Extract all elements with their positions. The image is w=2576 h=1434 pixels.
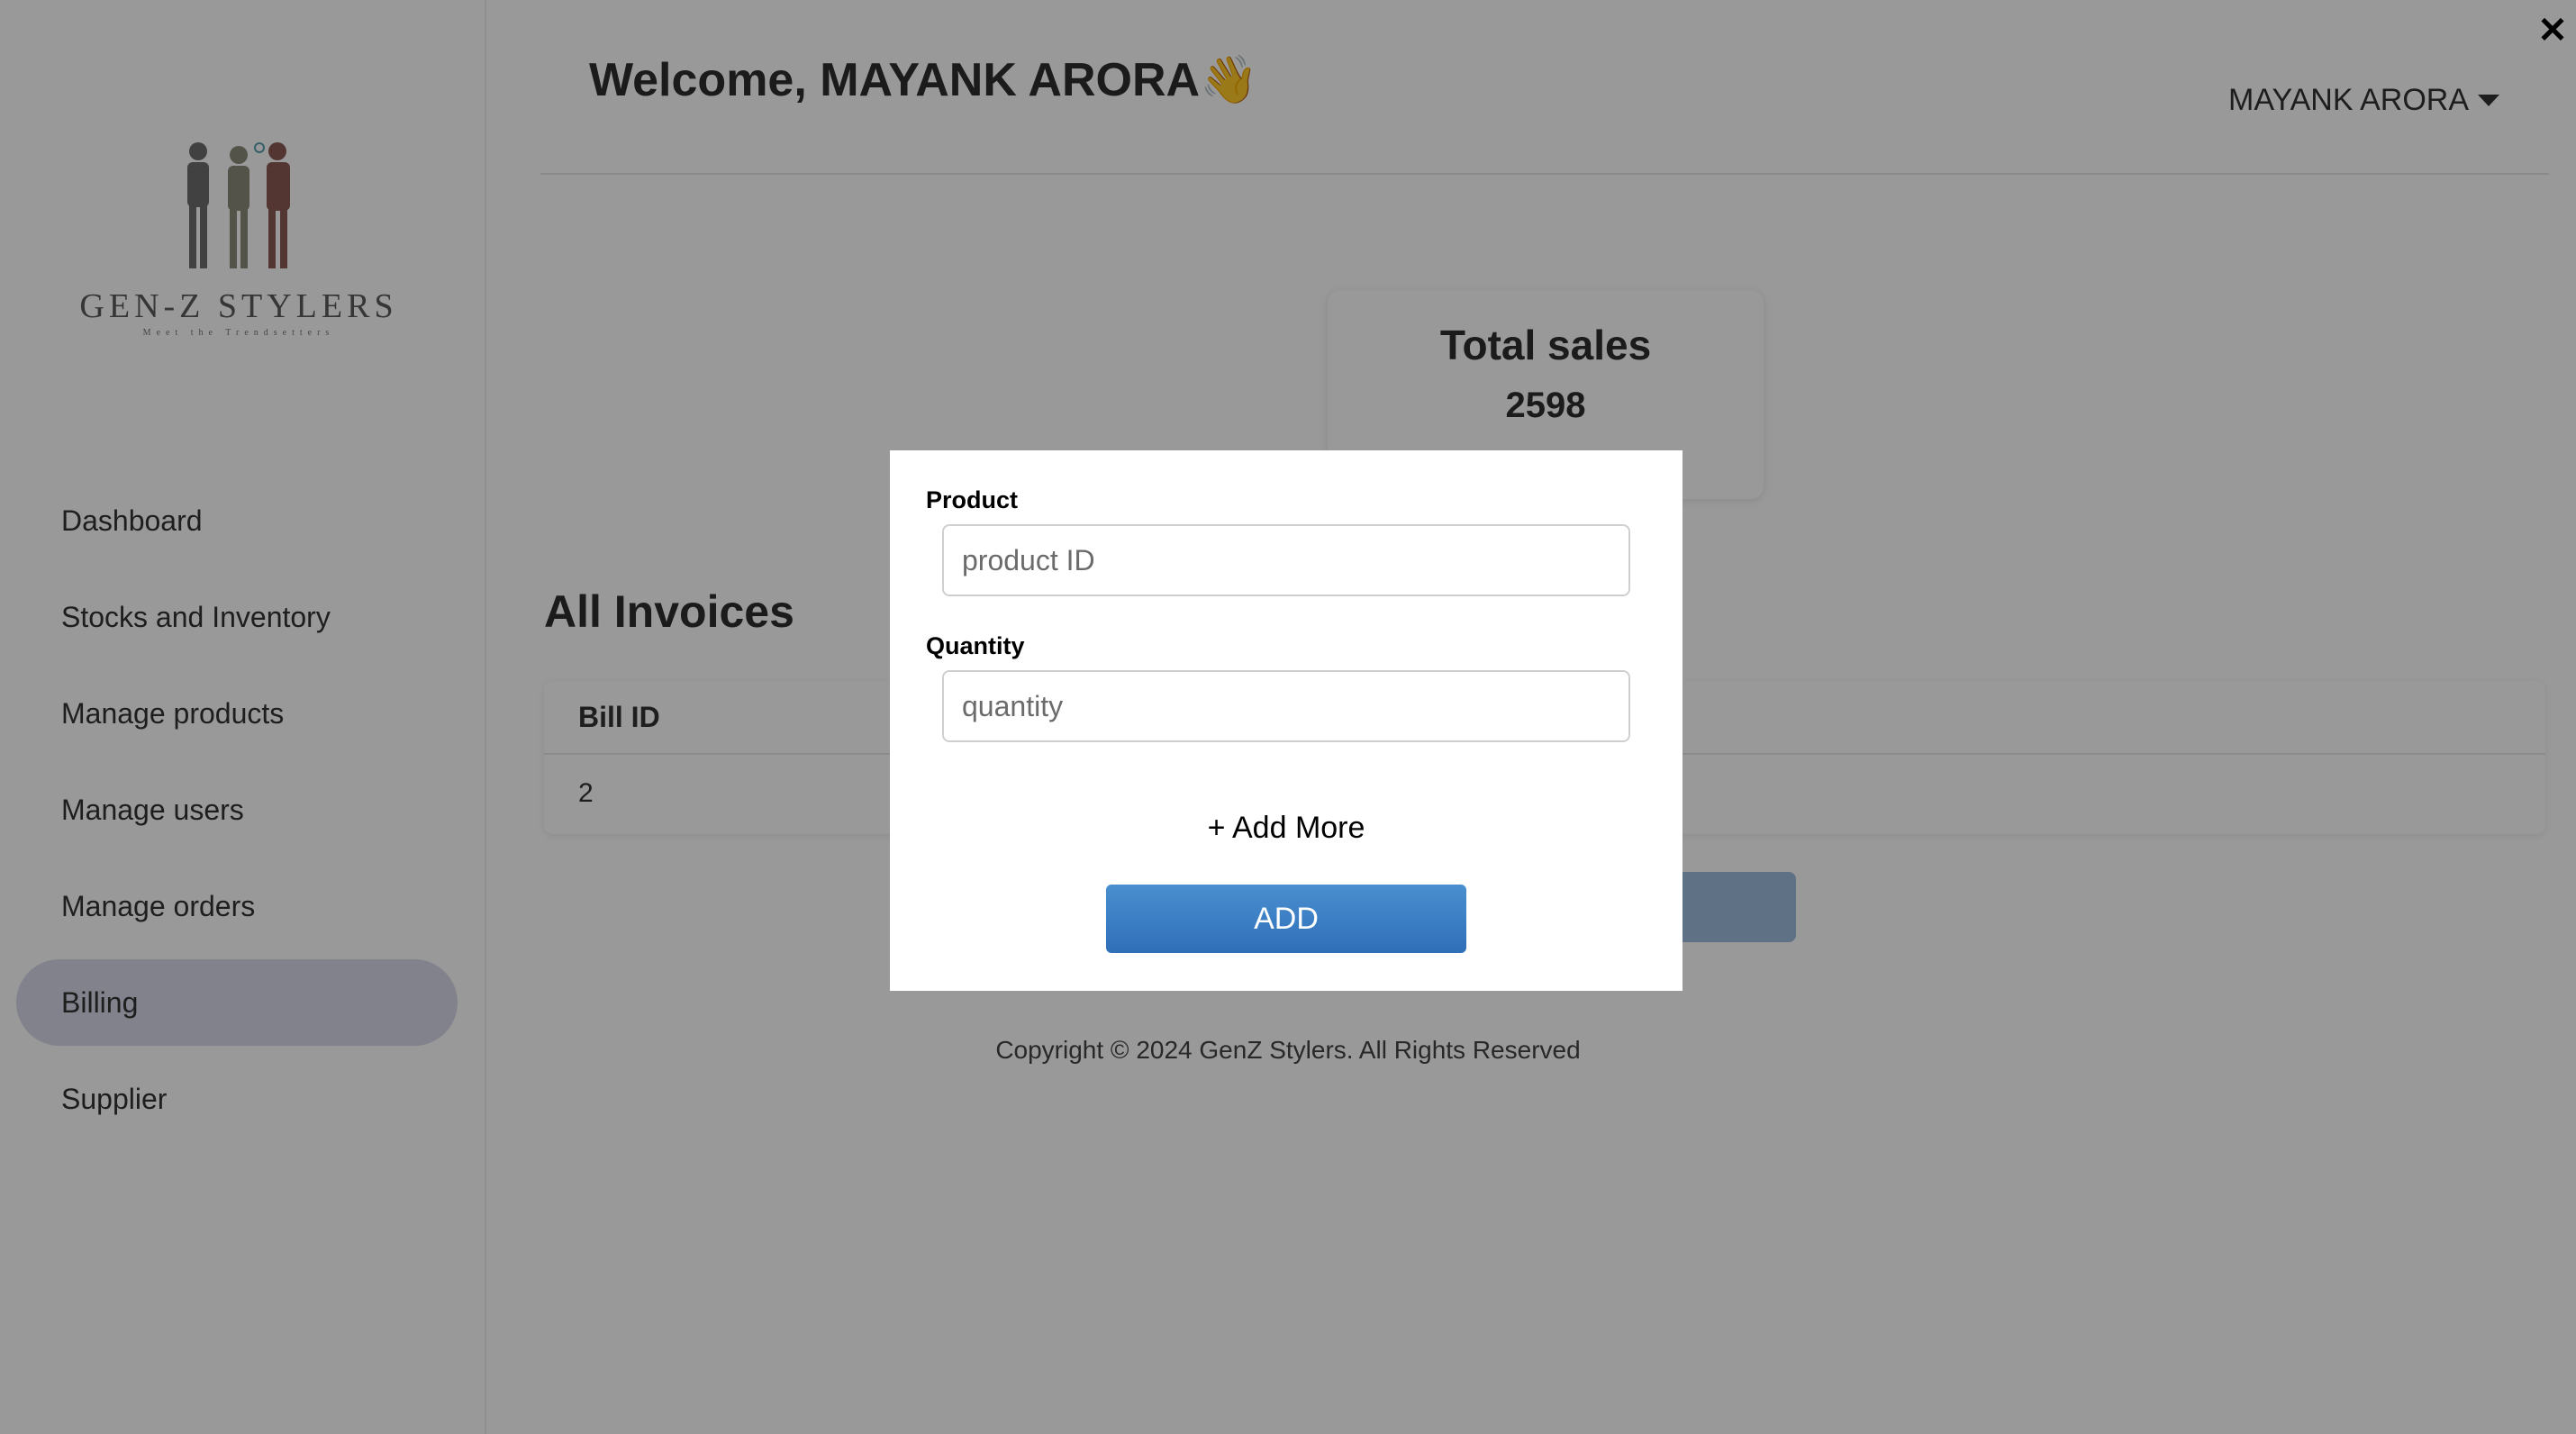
product-id-input[interactable] [942, 524, 1630, 596]
product-label: Product [926, 486, 1019, 513]
add-button[interactable]: ADD [1106, 885, 1466, 953]
add-more-button[interactable]: + Add More [890, 811, 1683, 846]
quantity-label: Quantity [926, 632, 1025, 659]
quantity-input[interactable] [942, 670, 1630, 742]
close-icon[interactable]: ✕ [2535, 13, 2571, 49]
add-product-modal: Product Quantity + Add More ADD [890, 450, 1683, 991]
